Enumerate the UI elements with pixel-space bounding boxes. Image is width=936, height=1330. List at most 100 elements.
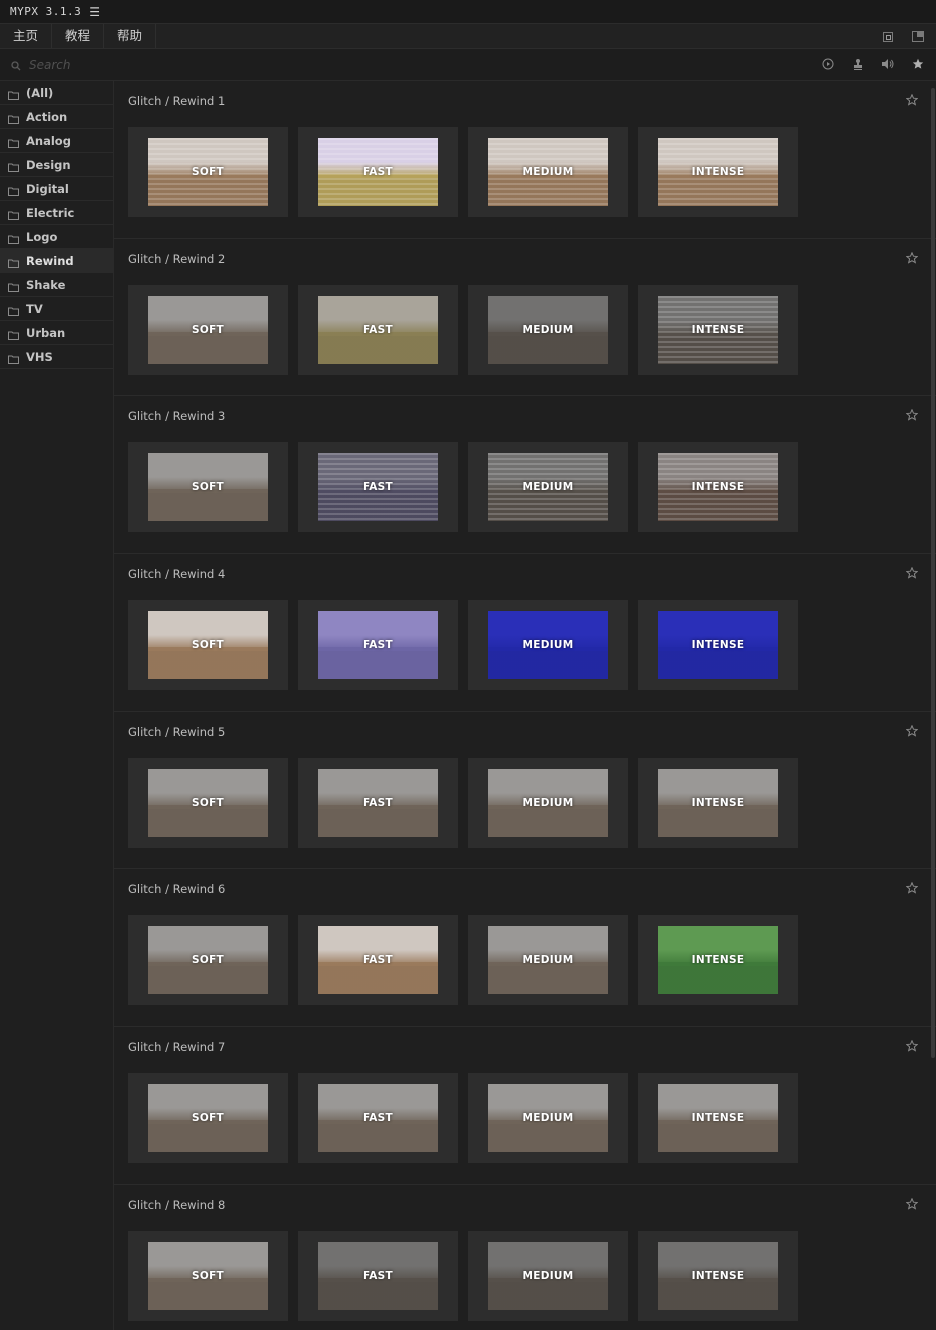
title-bar: MYPX 3.1.3 ☰ <box>0 0 936 24</box>
sidebar-item-rewind[interactable]: Rewind <box>0 249 113 273</box>
search-icon <box>11 60 21 70</box>
favorite-star-icon[interactable] <box>905 1197 919 1210</box>
preset-group-title: Glitch / Rewind 4 <box>128 567 226 582</box>
preset-group: Glitch / Rewind 3 SOFT FAST MEDIUM INTENSE <box>114 396 936 555</box>
preset-card[interactable]: INTENSE <box>638 757 798 848</box>
favorite-star-icon[interactable] <box>905 408 919 421</box>
preset-card[interactable]: MEDIUM <box>468 915 628 1006</box>
preset-card[interactable]: MEDIUM <box>468 284 628 375</box>
preset-card[interactable]: SOFT <box>128 127 288 217</box>
hamburger-menu-icon[interactable]: ☰ <box>89 5 100 19</box>
preset-card[interactable]: FAST <box>298 127 458 217</box>
preset-card[interactable]: INTENSE <box>638 1230 798 1321</box>
preset-thumbnail: MEDIUM <box>488 138 608 206</box>
preset-thumbnail: FAST <box>318 295 438 364</box>
favorite-star-icon[interactable] <box>905 1039 919 1052</box>
sidebar-item-label: Action <box>26 109 68 124</box>
preset-label: SOFT <box>191 323 225 336</box>
preset-group: Glitch / Rewind 7 SOFT FAST MEDIUM INTENSE <box>114 1027 936 1185</box>
preset-card[interactable]: INTENSE <box>638 284 798 375</box>
play-circle-icon[interactable] <box>820 56 836 72</box>
preset-card[interactable]: INTENSE <box>638 915 798 1006</box>
sidebar-item-logo[interactable]: Logo <box>0 225 113 249</box>
preset-label: MEDIUM <box>522 1112 574 1125</box>
preset-thumbnail: MEDIUM <box>488 926 608 995</box>
favorite-star-icon[interactable] <box>905 881 919 895</box>
sidebar-item-shake[interactable]: Shake <box>0 273 113 297</box>
menu-tutorial[interactable]: 教程 <box>52 24 105 48</box>
preset-thumbnail: SOFT <box>148 295 268 364</box>
preset-card[interactable]: MEDIUM <box>468 127 628 217</box>
preset-card[interactable]: SOFT <box>128 284 288 375</box>
preset-group: Glitch / Rewind 5 SOFT FAST MEDIUM INTENSE <box>114 712 936 870</box>
sidebar-item-label: Rewind <box>26 253 74 268</box>
category-sidebar: (All) Action Analog Design Digital Electric Lo… <box>0 81 114 1330</box>
sidebar-item-analog[interactable]: Analog <box>0 129 113 153</box>
scrollbar[interactable] <box>931 88 935 1058</box>
sidebar-item-digital[interactable]: Digital <box>0 177 113 201</box>
preset-card[interactable]: FAST <box>298 442 458 533</box>
sidebar-item-label: TV <box>26 301 43 316</box>
sidebar-item-design[interactable]: Design <box>0 153 113 177</box>
favorite-star-icon[interactable] <box>905 251 919 264</box>
preset-card[interactable]: INTENSE <box>638 442 798 533</box>
preset-card[interactable]: SOFT <box>128 442 288 533</box>
stamp-icon[interactable] <box>850 56 866 72</box>
preset-card[interactable]: SOFT <box>128 1230 288 1321</box>
preset-label: INTENSE <box>691 166 745 178</box>
preset-card[interactable]: INTENSE <box>638 127 798 217</box>
sidebar-item-action[interactable]: Action <box>0 105 113 129</box>
preset-thumbnail: SOFT <box>148 768 268 837</box>
preset-card[interactable]: MEDIUM <box>468 757 628 848</box>
preset-label: MEDIUM <box>522 166 574 178</box>
preset-card[interactable]: FAST <box>298 1073 458 1164</box>
preset-thumbnail: INTENSE <box>658 768 778 837</box>
preset-thumbnail: FAST <box>318 1241 438 1310</box>
preset-card[interactable]: FAST <box>298 915 458 1006</box>
preset-group: Glitch / Rewind 6 SOFT FAST MEDIUM INTENSE <box>114 869 936 1028</box>
preset-card[interactable]: MEDIUM <box>468 600 628 691</box>
popout-window-icon[interactable] <box>910 28 926 44</box>
favorite-star-icon[interactable] <box>905 724 919 737</box>
favorite-star-icon[interactable] <box>905 93 919 106</box>
preset-label: FAST <box>362 796 394 809</box>
preset-card[interactable]: MEDIUM <box>468 1230 628 1321</box>
star-filled-icon[interactable] <box>910 56 926 72</box>
sidebar-item-label: Digital <box>26 181 69 196</box>
sidebar-item-vhs[interactable]: VHS <box>0 345 113 369</box>
preset-label: FAST <box>362 1269 394 1282</box>
folder-icon <box>8 89 19 100</box>
folder-icon <box>8 233 19 244</box>
menu-home[interactable]: 主页 <box>0 24 53 48</box>
preset-card[interactable]: SOFT <box>128 1073 288 1164</box>
sidebar-item-electric[interactable]: Electric <box>0 201 113 225</box>
preset-card[interactable]: MEDIUM <box>468 442 628 533</box>
preset-thumbnail: MEDIUM <box>488 1241 608 1310</box>
preset-card[interactable]: FAST <box>298 1230 458 1321</box>
favorite-star-icon[interactable] <box>905 566 919 579</box>
preset-label: MEDIUM <box>522 1269 574 1282</box>
sidebar-item-tv[interactable]: TV <box>0 297 113 321</box>
preset-card[interactable]: SOFT <box>128 600 288 691</box>
search-input[interactable] <box>27 56 331 73</box>
preset-label: MEDIUM <box>522 323 574 336</box>
restore-window-icon[interactable] <box>880 28 896 44</box>
preset-card[interactable]: INTENSE <box>638 600 798 691</box>
preset-thumbnail: SOFT <box>148 926 268 995</box>
preset-card[interactable]: INTENSE <box>638 1073 798 1164</box>
preset-thumbnail: FAST <box>318 1084 438 1153</box>
preset-group-title: Glitch / Rewind 2 <box>128 251 226 266</box>
preset-card[interactable]: SOFT <box>128 915 288 1006</box>
preset-label: INTENSE <box>691 481 745 494</box>
preset-card[interactable]: FAST <box>298 600 458 691</box>
preset-card[interactable]: MEDIUM <box>468 1073 628 1164</box>
preset-card[interactable]: SOFT <box>128 757 288 848</box>
sidebar-item-all[interactable]: (All) <box>0 81 113 105</box>
sidebar-item-urban[interactable]: Urban <box>0 321 113 345</box>
preset-card[interactable]: FAST <box>298 757 458 848</box>
menu-help[interactable]: 帮助 <box>104 24 157 48</box>
preset-label: INTENSE <box>691 639 745 652</box>
preset-label: INTENSE <box>691 796 745 809</box>
volume-icon[interactable] <box>880 56 896 72</box>
preset-card[interactable]: FAST <box>298 284 458 375</box>
